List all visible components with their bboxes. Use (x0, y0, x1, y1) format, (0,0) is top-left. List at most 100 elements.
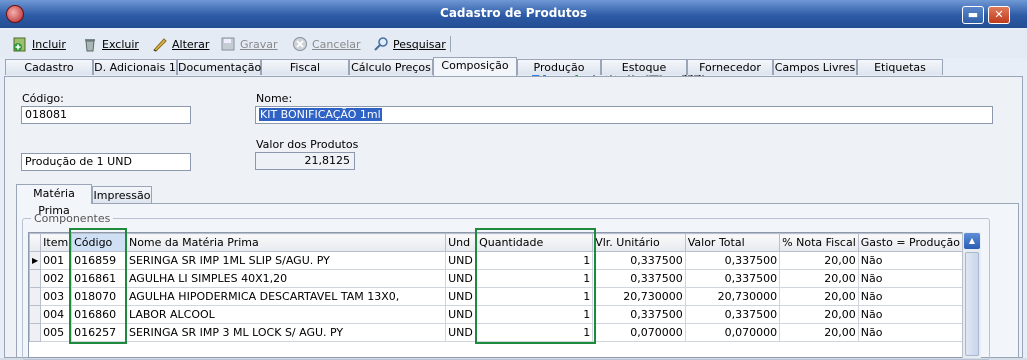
header-codigo[interactable]: Código (71, 233, 127, 252)
nome-field[interactable]: KIT BONIFICAÇÃO 1ml (255, 106, 993, 124)
cell-und[interactable]: UND (445, 269, 478, 288)
tab-etiquetas[interactable]: Etiquetas (857, 59, 943, 75)
tab-documentacao[interactable]: Documentação (177, 59, 261, 75)
cell-vlr-unitario[interactable]: 0,337500 (592, 305, 686, 324)
cell-vlr-unitario[interactable]: 0,337500 (592, 269, 686, 288)
subtab-impressao[interactable]: Impressão (92, 186, 152, 204)
header-indicator (29, 233, 42, 252)
tab-calculo-precos[interactable]: Cálculo Preços (349, 59, 433, 75)
table-row[interactable]: 003 018070 AGULHA HIPODERMICA DESCARTAVE… (29, 287, 963, 306)
cell-nome[interactable]: AGULHA LI SIMPLES 40X1,20 (125, 269, 447, 288)
header-vlr-unitario[interactable]: Vlr. Unitário (592, 233, 686, 252)
magnifier-icon (374, 37, 388, 51)
cell-nota-fiscal[interactable]: 20,00 (779, 287, 859, 306)
tab-producao[interactable]: Produção (517, 59, 601, 75)
cell-nome[interactable]: SERINGA SR IMP 1ML SLIP S/AGU. PY (125, 251, 447, 270)
tab-fiscal[interactable]: Fiscal (261, 59, 349, 75)
cell-item[interactable]: 004 (40, 305, 73, 324)
header-nota-fiscal[interactable]: % Nota Fiscal (779, 233, 859, 252)
cell-item[interactable]: 001 (40, 251, 73, 270)
cell-vlr-unitario[interactable]: 0,070000 (592, 323, 686, 342)
producao-field[interactable]: Produção de 1 UND (21, 153, 191, 171)
header-nome[interactable]: Nome da Matéria Prima (125, 233, 447, 252)
main-tabs: Cadastro D. Adicionais 1 Documentação Fi… (0, 57, 1027, 76)
cell-nota-fiscal[interactable]: 20,00 (779, 323, 859, 342)
nome-label: Nome: (256, 92, 293, 105)
cell-item[interactable]: 002 (40, 269, 73, 288)
header-gasto-producao[interactable]: Gasto = Produção (857, 233, 963, 252)
cell-gasto[interactable]: Não (857, 287, 963, 306)
grid-vertical-scrollbar[interactable]: ▲ (962, 232, 981, 358)
header-quantidade[interactable]: Quantidade (476, 233, 594, 252)
codigo-label: Código: (22, 92, 64, 105)
alterar-button[interactable]: Alterar (152, 35, 209, 53)
cell-item[interactable]: 003 (40, 287, 73, 306)
table-row[interactable]: ▶ 001 016859 SERINGA SR IMP 1ML SLIP S/A… (29, 251, 963, 270)
pesquisar-button[interactable]: Pesquisar (373, 35, 446, 53)
cell-quantidade[interactable]: 1 (476, 287, 594, 306)
cell-vlr-unitario[interactable]: 0,337500 (592, 251, 686, 270)
table-row[interactable]: 005 016257 SERINGA SR IMP 3 ML LOCK S/ A… (29, 323, 963, 342)
cell-und[interactable]: UND (445, 251, 478, 270)
table-row[interactable]: 004 016860 LABOR ALCOOL UND 1 0,337500 0… (29, 305, 963, 324)
cell-nota-fiscal[interactable]: 20,00 (779, 269, 859, 288)
cell-gasto[interactable]: Não (857, 323, 963, 342)
toolbar: Incluir Excluir Alterar Gravar Cancelar … (0, 30, 1027, 82)
excluir-label: Excluir (102, 37, 139, 51)
excluir-button[interactable]: Excluir (82, 35, 139, 53)
cell-item[interactable]: 005 (40, 323, 73, 342)
header-valor-total[interactable]: Valor Total (684, 233, 781, 252)
save-icon (221, 37, 235, 51)
cell-quantidade[interactable]: 1 (476, 305, 594, 324)
cell-valor-total[interactable]: 0,070000 (684, 323, 781, 342)
cell-und[interactable]: UND (445, 287, 478, 306)
cell-gasto[interactable]: Não (857, 305, 963, 324)
cell-valor-total[interactable]: 20,730000 (684, 287, 781, 306)
tab-campos-livres[interactable]: Campos Livres (773, 59, 857, 75)
cell-nota-fiscal[interactable]: 20,00 (779, 251, 859, 270)
components-grid: Item Código Nome da Matéria Prima Und Qu… (28, 232, 964, 358)
tab-composicao[interactable]: Composição (433, 57, 517, 76)
header-item[interactable]: Item (40, 233, 73, 252)
cell-codigo[interactable]: 018070 (71, 287, 127, 306)
gravar-label: Gravar (240, 37, 278, 51)
cell-quantidade[interactable]: 1 (476, 269, 594, 288)
cell-nota-fiscal[interactable]: 20,00 (779, 305, 859, 324)
row-indicator (29, 287, 42, 306)
scroll-thumb[interactable] (965, 252, 979, 356)
header-und[interactable]: Und (445, 233, 478, 252)
gravar-button[interactable]: Gravar (220, 35, 278, 53)
grid-header-row: Item Código Nome da Matéria Prima Und Qu… (29, 233, 963, 252)
cancelar-label: Cancelar (312, 37, 361, 51)
tab-estoque[interactable]: Estoque (601, 59, 687, 75)
cell-und[interactable]: UND (445, 305, 478, 324)
subtab-materia-prima[interactable]: Matéria Prima (16, 184, 92, 217)
minimize-button[interactable]: ▬ (962, 6, 984, 24)
cell-valor-total[interactable]: 0,337500 (684, 251, 781, 270)
cell-codigo[interactable]: 016861 (71, 269, 127, 288)
cell-codigo[interactable]: 016860 (71, 305, 127, 324)
tab-dados-adicionais[interactable]: D. Adicionais 1 (93, 59, 177, 75)
tab-fornecedor[interactable]: Fornecedor (687, 59, 773, 75)
cell-gasto[interactable]: Não (857, 251, 963, 270)
cell-valor-total[interactable]: 0,337500 (684, 269, 781, 288)
cell-gasto[interactable]: Não (857, 269, 963, 288)
cell-codigo[interactable]: 016257 (71, 323, 127, 342)
close-button[interactable]: ✕ (988, 6, 1010, 24)
cell-quantidade[interactable]: 1 (476, 323, 594, 342)
scroll-up-icon[interactable]: ▲ (964, 233, 980, 249)
cell-valor-total[interactable]: 0,337500 (684, 305, 781, 324)
cell-vlr-unitario[interactable]: 20,730000 (592, 287, 686, 306)
table-row[interactable]: 002 016861 AGULHA LI SIMPLES 40X1,20 UND… (29, 269, 963, 288)
cell-nome[interactable]: SERINGA SR IMP 3 ML LOCK S/ AGU. PY (125, 323, 447, 342)
tab-cadastro[interactable]: Cadastro (5, 59, 93, 75)
incluir-button[interactable]: Incluir (12, 35, 66, 53)
cell-codigo[interactable]: 016859 (71, 251, 127, 270)
codigo-field[interactable]: 018081 (21, 106, 191, 124)
row-indicator (29, 305, 42, 324)
cell-und[interactable]: UND (445, 323, 478, 342)
cell-quantidade[interactable]: 1 (476, 251, 594, 270)
cell-nome[interactable]: AGULHA HIPODERMICA DESCARTAVEL TAM 13X0, (125, 287, 447, 306)
cancelar-button[interactable]: Cancelar (292, 35, 361, 53)
cell-nome[interactable]: LABOR ALCOOL (125, 305, 447, 324)
